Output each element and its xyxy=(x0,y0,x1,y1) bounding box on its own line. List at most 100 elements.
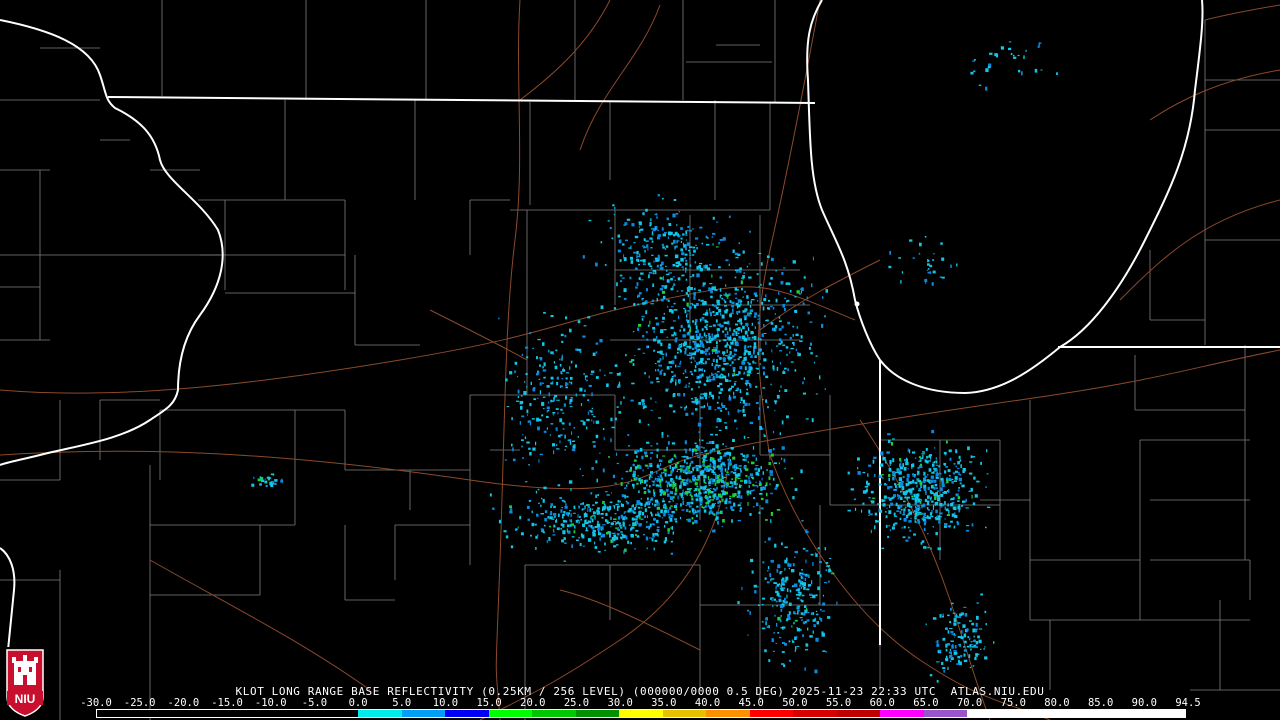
scale-segment xyxy=(575,710,620,717)
echo-pixel xyxy=(953,618,957,622)
echo-pixel xyxy=(748,363,751,366)
echo-pixel xyxy=(643,487,647,490)
echo-pixel xyxy=(817,571,821,575)
echo-pixel xyxy=(714,334,717,339)
echo-pixel xyxy=(618,529,620,531)
echo-pixel xyxy=(688,510,691,513)
echo-pixel xyxy=(652,523,655,526)
echo-pixel xyxy=(700,396,702,400)
echo-pixel xyxy=(959,482,962,485)
echo-pixel xyxy=(779,390,781,392)
echo-pixel xyxy=(733,359,737,361)
echo-pixel xyxy=(820,574,822,578)
echo-pixel xyxy=(767,566,770,570)
echo-pixel xyxy=(947,490,948,492)
echo-pixel xyxy=(571,544,573,549)
echo-pixel xyxy=(651,267,653,270)
echo-pixel xyxy=(633,242,636,244)
echo-pixel xyxy=(634,235,639,239)
echo-pixel xyxy=(607,522,611,524)
echo-pixel xyxy=(687,310,690,312)
echo-pixel xyxy=(805,529,808,534)
echo-pixel xyxy=(735,374,739,376)
echo-pixel xyxy=(646,515,648,518)
echo-pixel xyxy=(671,510,674,513)
echo-pixel xyxy=(643,480,647,484)
echo-pixel xyxy=(546,415,549,418)
echo-pixel xyxy=(667,305,669,308)
echo-pixel xyxy=(668,347,671,349)
echo-pixel xyxy=(568,422,571,426)
echo-pixel xyxy=(748,276,752,279)
echo-pixel xyxy=(763,371,765,376)
echo-pixel xyxy=(711,336,713,338)
echo-pixel xyxy=(702,463,705,467)
echo-pixel xyxy=(701,457,705,459)
echo-pixel xyxy=(779,432,781,436)
echo-pixel xyxy=(888,477,890,482)
echo-pixel xyxy=(656,377,659,380)
echo-pixel xyxy=(764,484,768,487)
echo-pixel xyxy=(666,446,668,451)
echo-pixel xyxy=(770,383,772,386)
echo-pixel xyxy=(538,357,540,359)
echo-pixel xyxy=(689,494,692,496)
echo-pixel xyxy=(579,516,581,518)
echo-pixel xyxy=(594,546,598,549)
echo-pixel xyxy=(669,380,671,383)
echo-pixel xyxy=(789,589,792,593)
echo-pixel xyxy=(708,336,711,340)
echo-pixel xyxy=(710,312,712,317)
echo-pixel xyxy=(639,253,641,258)
echo-pixel xyxy=(831,572,835,575)
echo-pixel xyxy=(625,354,627,357)
echo-pixel xyxy=(807,531,809,533)
echo-pixel xyxy=(662,472,665,474)
echo-pixel xyxy=(682,242,684,246)
echo-pixel xyxy=(734,382,736,386)
echo-pixel xyxy=(666,217,669,221)
echo-pixel xyxy=(934,447,936,449)
echo-pixel xyxy=(670,540,673,543)
echo-pixel xyxy=(746,265,748,268)
echo-pixel xyxy=(685,239,687,241)
echo-pixel xyxy=(651,538,654,542)
echo-pixel xyxy=(915,511,918,513)
echo-pixel xyxy=(631,517,635,521)
echo-pixel xyxy=(735,256,739,259)
echo-pixel xyxy=(950,660,952,663)
echo-pixel xyxy=(742,325,745,330)
echo-pixel xyxy=(957,496,961,500)
echo-pixel xyxy=(935,460,938,464)
echo-pixel xyxy=(685,262,688,266)
echo-pixel xyxy=(781,583,785,586)
echo-pixel xyxy=(679,329,681,332)
echo-pixel xyxy=(549,512,553,516)
echo-pixel xyxy=(621,277,625,279)
echo-pixel xyxy=(814,669,818,674)
echo-pixel xyxy=(917,511,920,514)
echo-pixel xyxy=(614,513,617,515)
echo-pixel xyxy=(771,578,775,580)
echo-pixel xyxy=(745,392,749,395)
echo-pixel xyxy=(674,338,677,343)
echo-pixel xyxy=(952,612,956,614)
echo-pixel xyxy=(947,503,949,507)
echo-pixel xyxy=(712,360,715,362)
echo-pixel xyxy=(597,507,600,510)
echo-pixel xyxy=(656,478,660,482)
echo-pixel xyxy=(638,510,642,513)
echo-pixel xyxy=(935,641,937,643)
echo-pixel xyxy=(729,497,731,500)
echo-pixel xyxy=(621,477,624,480)
echo-pixel xyxy=(572,512,576,514)
echo-pixel xyxy=(958,477,962,482)
echo-pixel xyxy=(812,594,816,599)
echo-pixel xyxy=(713,314,716,317)
echo-pixel xyxy=(935,477,939,479)
echo-pixel xyxy=(953,525,956,529)
echo-pixel xyxy=(808,346,811,350)
echo-pixel xyxy=(923,471,926,476)
echo-pixel xyxy=(573,444,576,449)
echo-pixel xyxy=(696,514,698,517)
